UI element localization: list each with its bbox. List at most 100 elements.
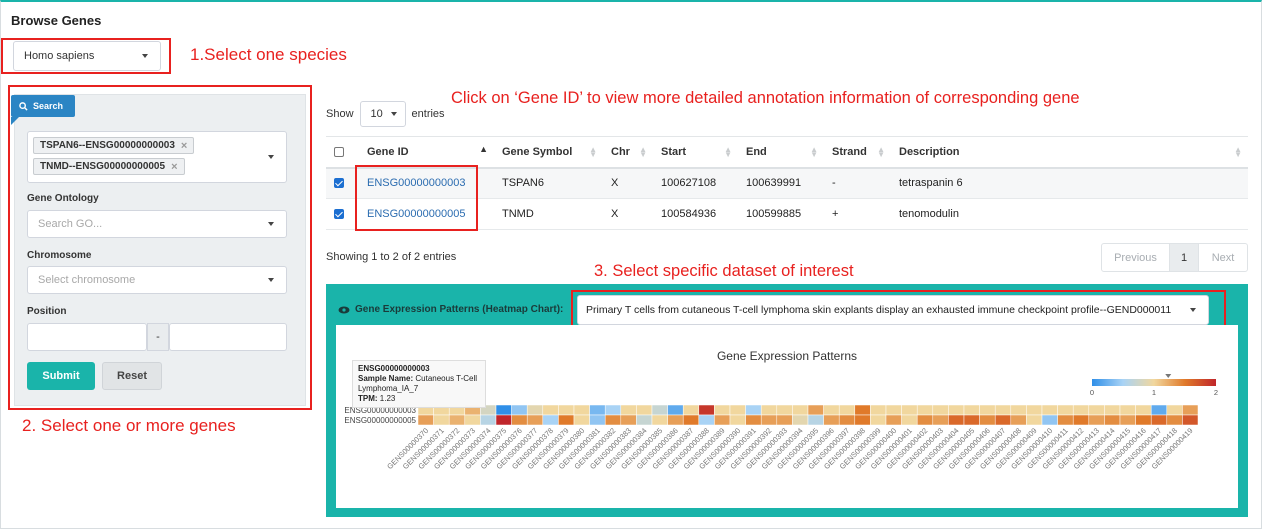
heatmap-cell[interactable] (1041, 404, 1058, 416)
heatmap-cell[interactable] (885, 404, 902, 416)
heatmap-cell[interactable] (511, 404, 528, 416)
heatmap-cell[interactable] (1104, 414, 1121, 426)
heatmap-cell[interactable] (963, 404, 980, 416)
column-header[interactable]: End ▲ ▼ (738, 136, 824, 169)
heatmap-cell[interactable] (636, 414, 653, 426)
heatmap-cell[interactable] (916, 404, 934, 416)
heatmap-cell[interactable] (948, 404, 965, 416)
heatmap-cell[interactable] (1057, 404, 1074, 416)
heatmap-cell[interactable] (542, 404, 559, 416)
row-checkbox[interactable] (334, 178, 344, 189)
heatmap-cell[interactable] (620, 414, 637, 426)
heatmap-cell[interactable] (589, 414, 606, 426)
heatmap-cell[interactable] (542, 414, 559, 426)
heatmap-cell[interactable] (760, 414, 778, 426)
heatmap-cell[interactable] (714, 404, 731, 416)
heatmap-cell[interactable] (464, 414, 481, 426)
page-1-button[interactable]: 1 (1169, 244, 1199, 271)
select-all-checkbox[interactable] (334, 146, 344, 157)
heatmap-cell[interactable] (932, 414, 949, 426)
heatmap-cell[interactable] (745, 404, 762, 416)
heatmap-cell[interactable] (667, 414, 684, 426)
heatmap-cell[interactable] (932, 404, 949, 416)
heatmap-cell[interactable] (1072, 404, 1090, 416)
heatmap-cell[interactable] (870, 414, 887, 426)
heatmap-cell[interactable] (604, 404, 622, 416)
heatmap-cell[interactable] (1119, 414, 1136, 426)
heatmap-cell[interactable] (729, 404, 746, 416)
heatmap-cell[interactable] (1135, 404, 1152, 416)
heatmap-cell[interactable] (885, 414, 902, 426)
heatmap-cell[interactable] (1150, 414, 1168, 426)
heatmap-cell[interactable] (1088, 414, 1105, 426)
select-all-header[interactable] (326, 136, 359, 169)
heatmap-cell[interactable] (916, 414, 934, 426)
heatmap-cell[interactable] (651, 414, 668, 426)
heatmap-cell[interactable] (1166, 404, 1183, 416)
heatmap-cell[interactable] (1057, 414, 1074, 426)
heatmap-cell[interactable] (636, 404, 653, 416)
next-page-button[interactable]: Next (1199, 244, 1247, 271)
heatmap-cell[interactable] (745, 414, 762, 426)
heatmap-cell[interactable] (1026, 404, 1043, 416)
heatmap-cell[interactable] (994, 414, 1012, 426)
heatmap-cell[interactable] (870, 404, 887, 416)
column-header[interactable]: Description ▲ ▼ (891, 136, 1248, 169)
heatmap-cell[interactable] (714, 414, 731, 426)
heatmap-cell[interactable] (526, 404, 544, 416)
heatmap-cell[interactable] (620, 404, 637, 416)
heatmap-cell[interactable] (1182, 414, 1199, 426)
column-header[interactable]: Start ▲ ▼ (653, 136, 738, 169)
heatmap-cell[interactable] (573, 404, 590, 416)
heatmap-cell[interactable] (963, 414, 980, 426)
heatmap-cell[interactable] (838, 414, 856, 426)
heatmap-cell[interactable] (589, 404, 606, 416)
previous-page-button[interactable]: Previous (1102, 244, 1169, 271)
heatmap-cell[interactable] (480, 414, 497, 426)
heatmap-cell[interactable] (1166, 414, 1183, 426)
heatmap-cell[interactable] (698, 414, 715, 426)
heatmap-cell[interactable] (511, 414, 528, 426)
heatmap-cell[interactable] (994, 404, 1012, 416)
heatmap-cell[interactable] (1119, 404, 1136, 416)
heatmap-cell[interactable] (823, 414, 840, 426)
column-header[interactable]: Strand ▲ ▼ (824, 136, 891, 169)
heatmap-cell[interactable] (792, 404, 809, 416)
heatmap-cell[interactable] (838, 404, 856, 416)
heatmap-cell[interactable] (854, 404, 871, 416)
heatmap-cell[interactable] (604, 414, 622, 426)
column-header[interactable]: Chr ▲ ▼ (603, 136, 653, 169)
heatmap-cell[interactable] (948, 414, 965, 426)
heatmap-cell[interactable] (558, 404, 575, 416)
heatmap-cell[interactable] (901, 404, 918, 416)
heatmap-cell[interactable] (495, 414, 512, 426)
column-header[interactable]: Gene ID ▲ (359, 136, 494, 169)
heatmap-cell[interactable] (667, 404, 684, 416)
heatmap-cell[interactable] (776, 414, 793, 426)
heatmap-cell[interactable] (1135, 414, 1152, 426)
heatmap-cell[interactable] (776, 404, 793, 416)
heatmap-cell[interactable] (1072, 414, 1090, 426)
heatmap-cell[interactable] (1182, 404, 1199, 416)
heatmap-cell[interactable] (807, 414, 824, 426)
heatmap-cell[interactable] (526, 414, 544, 426)
heatmap-cell[interactable] (682, 414, 700, 426)
heatmap-cell[interactable] (1150, 404, 1168, 416)
heatmap-cell[interactable] (979, 404, 996, 416)
heatmap-cell[interactable] (495, 404, 512, 416)
heatmap-cell[interactable] (1041, 414, 1058, 426)
heatmap-cell[interactable] (417, 414, 434, 426)
heatmap-cell[interactable] (1088, 404, 1105, 416)
heatmap-cell[interactable] (1026, 414, 1043, 426)
heatmap-cell[interactable] (1010, 414, 1027, 426)
heatmap-cell[interactable] (760, 404, 778, 416)
heatmap-cell[interactable] (807, 404, 824, 416)
heatmap-cell[interactable] (558, 414, 575, 426)
page-length-select[interactable]: 10 (359, 101, 406, 127)
heatmap-cell[interactable] (854, 414, 871, 426)
column-header[interactable]: Gene Symbol ▲ ▼ (494, 136, 603, 169)
heatmap-cell[interactable] (651, 404, 668, 416)
heatmap-cell[interactable] (1104, 404, 1121, 416)
heatmap-cell[interactable] (901, 414, 918, 426)
heatmap-cell[interactable] (573, 414, 590, 426)
